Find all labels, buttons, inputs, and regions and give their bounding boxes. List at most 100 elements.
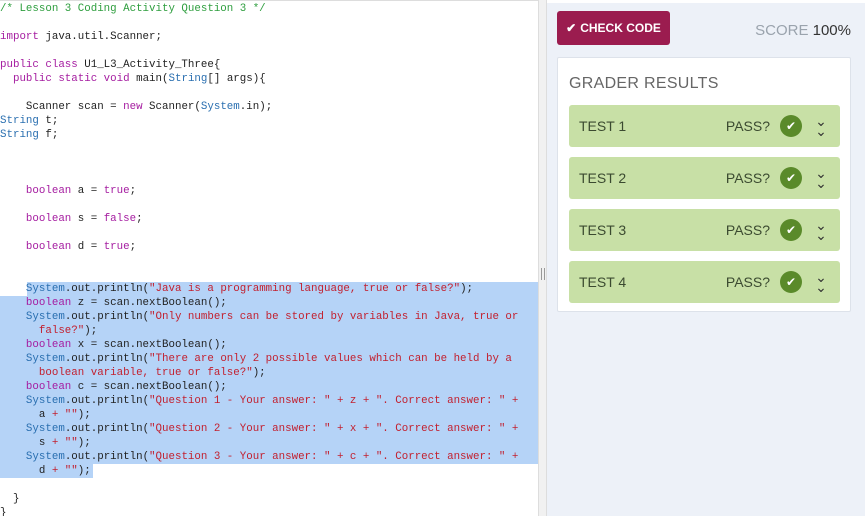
code-line[interactable] <box>0 170 538 184</box>
code-line[interactable]: boolean x = scan.nextBoolean(); <box>0 338 538 352</box>
code-token: d = <box>71 241 104 253</box>
code-token: + "" <box>51 465 78 477</box>
code-token: a = <box>71 185 104 197</box>
code-line[interactable]: String f; <box>0 128 538 142</box>
expand-chevron-icon[interactable]: ⌄ ⌄ <box>812 218 830 242</box>
test-row[interactable]: TEST 4 PASS? ✔ ⌄ ⌄ <box>569 261 840 303</box>
code-line[interactable]: boolean a = true; <box>0 184 538 198</box>
code-token: true <box>103 185 130 197</box>
code-line[interactable]: System.out.println("Only numbers can be … <box>0 310 538 324</box>
code-line[interactable]: Scanner scan = new Scanner(System.in); <box>0 100 538 114</box>
code-token: .in); <box>239 101 273 113</box>
score-display: SCORE 100% <box>755 22 851 39</box>
expand-chevron-icon[interactable]: ⌄ ⌄ <box>812 270 830 294</box>
code-line[interactable]: public static void main(String[] args){ <box>0 72 538 86</box>
pass-label: PASS? <box>725 170 770 186</box>
code-token: System <box>25 353 65 365</box>
check-code-button[interactable]: ✔ CHECK CODE <box>557 11 670 45</box>
code-token: Scanner( <box>142 101 201 113</box>
code-token: ); <box>84 325 98 337</box>
test-name: TEST 2 <box>579 170 627 186</box>
code-token: .out.println( <box>64 423 150 435</box>
code-line[interactable]: boolean variable, true or false?"); <box>0 366 538 380</box>
code-token: Scanner scan = <box>0 101 124 113</box>
test-name: TEST 4 <box>579 274 627 290</box>
code-token: .out.println( <box>64 451 150 463</box>
code-editor[interactable]: /* Lesson 3 Coding Activity Question 3 *… <box>0 0 538 516</box>
code-line[interactable] <box>0 16 538 30</box>
code-token: U1_L3_Activity_Three{ <box>77 59 221 71</box>
code-line[interactable] <box>0 86 538 100</box>
code-line[interactable]: d + ""); <box>0 464 538 478</box>
code-line[interactable]: boolean s = false; <box>0 212 538 226</box>
code-line[interactable]: /* Lesson 3 Coding Activity Question 3 *… <box>0 2 538 16</box>
code-token: ; <box>136 213 143 225</box>
code-line[interactable] <box>0 156 538 170</box>
code-line[interactable] <box>0 254 538 268</box>
panel-resize-handle[interactable] <box>538 0 547 516</box>
code-line[interactable] <box>0 142 538 156</box>
grader-results-card: GRADER RESULTS TEST 1 PASS? ✔ ⌄ ⌄ TEST 2 P… <box>557 57 851 312</box>
code-token: boolean <box>25 213 72 225</box>
code-line[interactable] <box>0 268 538 282</box>
code-line[interactable]: boolean c = scan.nextBoolean(); <box>0 380 538 394</box>
test-row[interactable]: TEST 2 PASS? ✔ ⌄ ⌄ <box>569 157 840 199</box>
code-token: import <box>0 31 39 43</box>
code-line[interactable]: } <box>0 492 538 506</box>
code-line[interactable]: System.out.println("There are only 2 pos… <box>0 352 538 366</box>
code-token: s = <box>71 213 104 225</box>
code-token: boolean variable, true or false?" <box>0 367 253 379</box>
code-token: true <box>103 241 130 253</box>
code-token: ); <box>252 367 266 379</box>
code-line[interactable]: false?"); <box>0 324 538 338</box>
pass-check-icon: ✔ <box>780 115 802 137</box>
code-line[interactable] <box>0 44 538 58</box>
code-line[interactable]: boolean z = scan.nextBoolean(); <box>0 296 538 310</box>
code-line[interactable]: System.out.println("Java is a programmin… <box>0 282 538 296</box>
code-line[interactable]: System.out.println("Question 1 - Your an… <box>0 394 538 408</box>
code-line[interactable]: public class U1_L3_Activity_Three{ <box>0 58 538 72</box>
code-line[interactable]: s + ""); <box>0 436 538 450</box>
code-token: d <box>0 465 52 477</box>
grip-icon <box>541 268 545 280</box>
code-token: + "" <box>51 409 78 421</box>
code-line[interactable]: a + ""); <box>0 408 538 422</box>
code-token: new <box>123 101 143 113</box>
code-token: String <box>0 115 39 127</box>
pass-label: PASS? <box>725 118 770 134</box>
code-line[interactable] <box>0 478 538 492</box>
code-token: System <box>25 423 65 435</box>
code-line[interactable] <box>0 226 538 240</box>
code-line[interactable]: } <box>0 506 538 516</box>
code-line[interactable]: String t; <box>0 114 538 128</box>
code-token: boolean <box>25 241 72 253</box>
score-value: 100% <box>812 22 851 39</box>
code-line[interactable]: import java.util.Scanner; <box>0 30 538 44</box>
grader-results-title: GRADER RESULTS <box>569 75 719 92</box>
test-name: TEST 1 <box>579 118 627 134</box>
code-token: System <box>200 101 240 113</box>
code-token: System <box>25 451 65 463</box>
code-token: ); <box>77 465 91 477</box>
pass-label: PASS? <box>725 222 770 238</box>
code-token: false?" <box>0 325 85 337</box>
expand-chevron-icon[interactable]: ⌄ ⌄ <box>812 166 830 190</box>
code-token: public static void <box>12 73 130 85</box>
code-line[interactable]: System.out.println("Question 2 - Your an… <box>0 422 538 436</box>
code-token: main( <box>129 73 169 85</box>
expand-chevron-icon[interactable]: ⌄ ⌄ <box>812 114 830 138</box>
code-token: ; <box>129 185 137 197</box>
code-token: boolean <box>25 185 72 197</box>
test-row[interactable]: TEST 1 PASS? ✔ ⌄ ⌄ <box>569 105 840 147</box>
test-row[interactable]: TEST 3 PASS? ✔ ⌄ ⌄ <box>569 209 840 251</box>
code-line[interactable]: System.out.println("Question 3 - Your an… <box>0 450 538 464</box>
code-token: t; <box>38 115 59 127</box>
code-line[interactable] <box>0 198 538 212</box>
code-lines[interactable]: /* Lesson 3 Coding Activity Question 3 *… <box>0 2 538 516</box>
code-line[interactable]: boolean d = true; <box>0 240 538 254</box>
